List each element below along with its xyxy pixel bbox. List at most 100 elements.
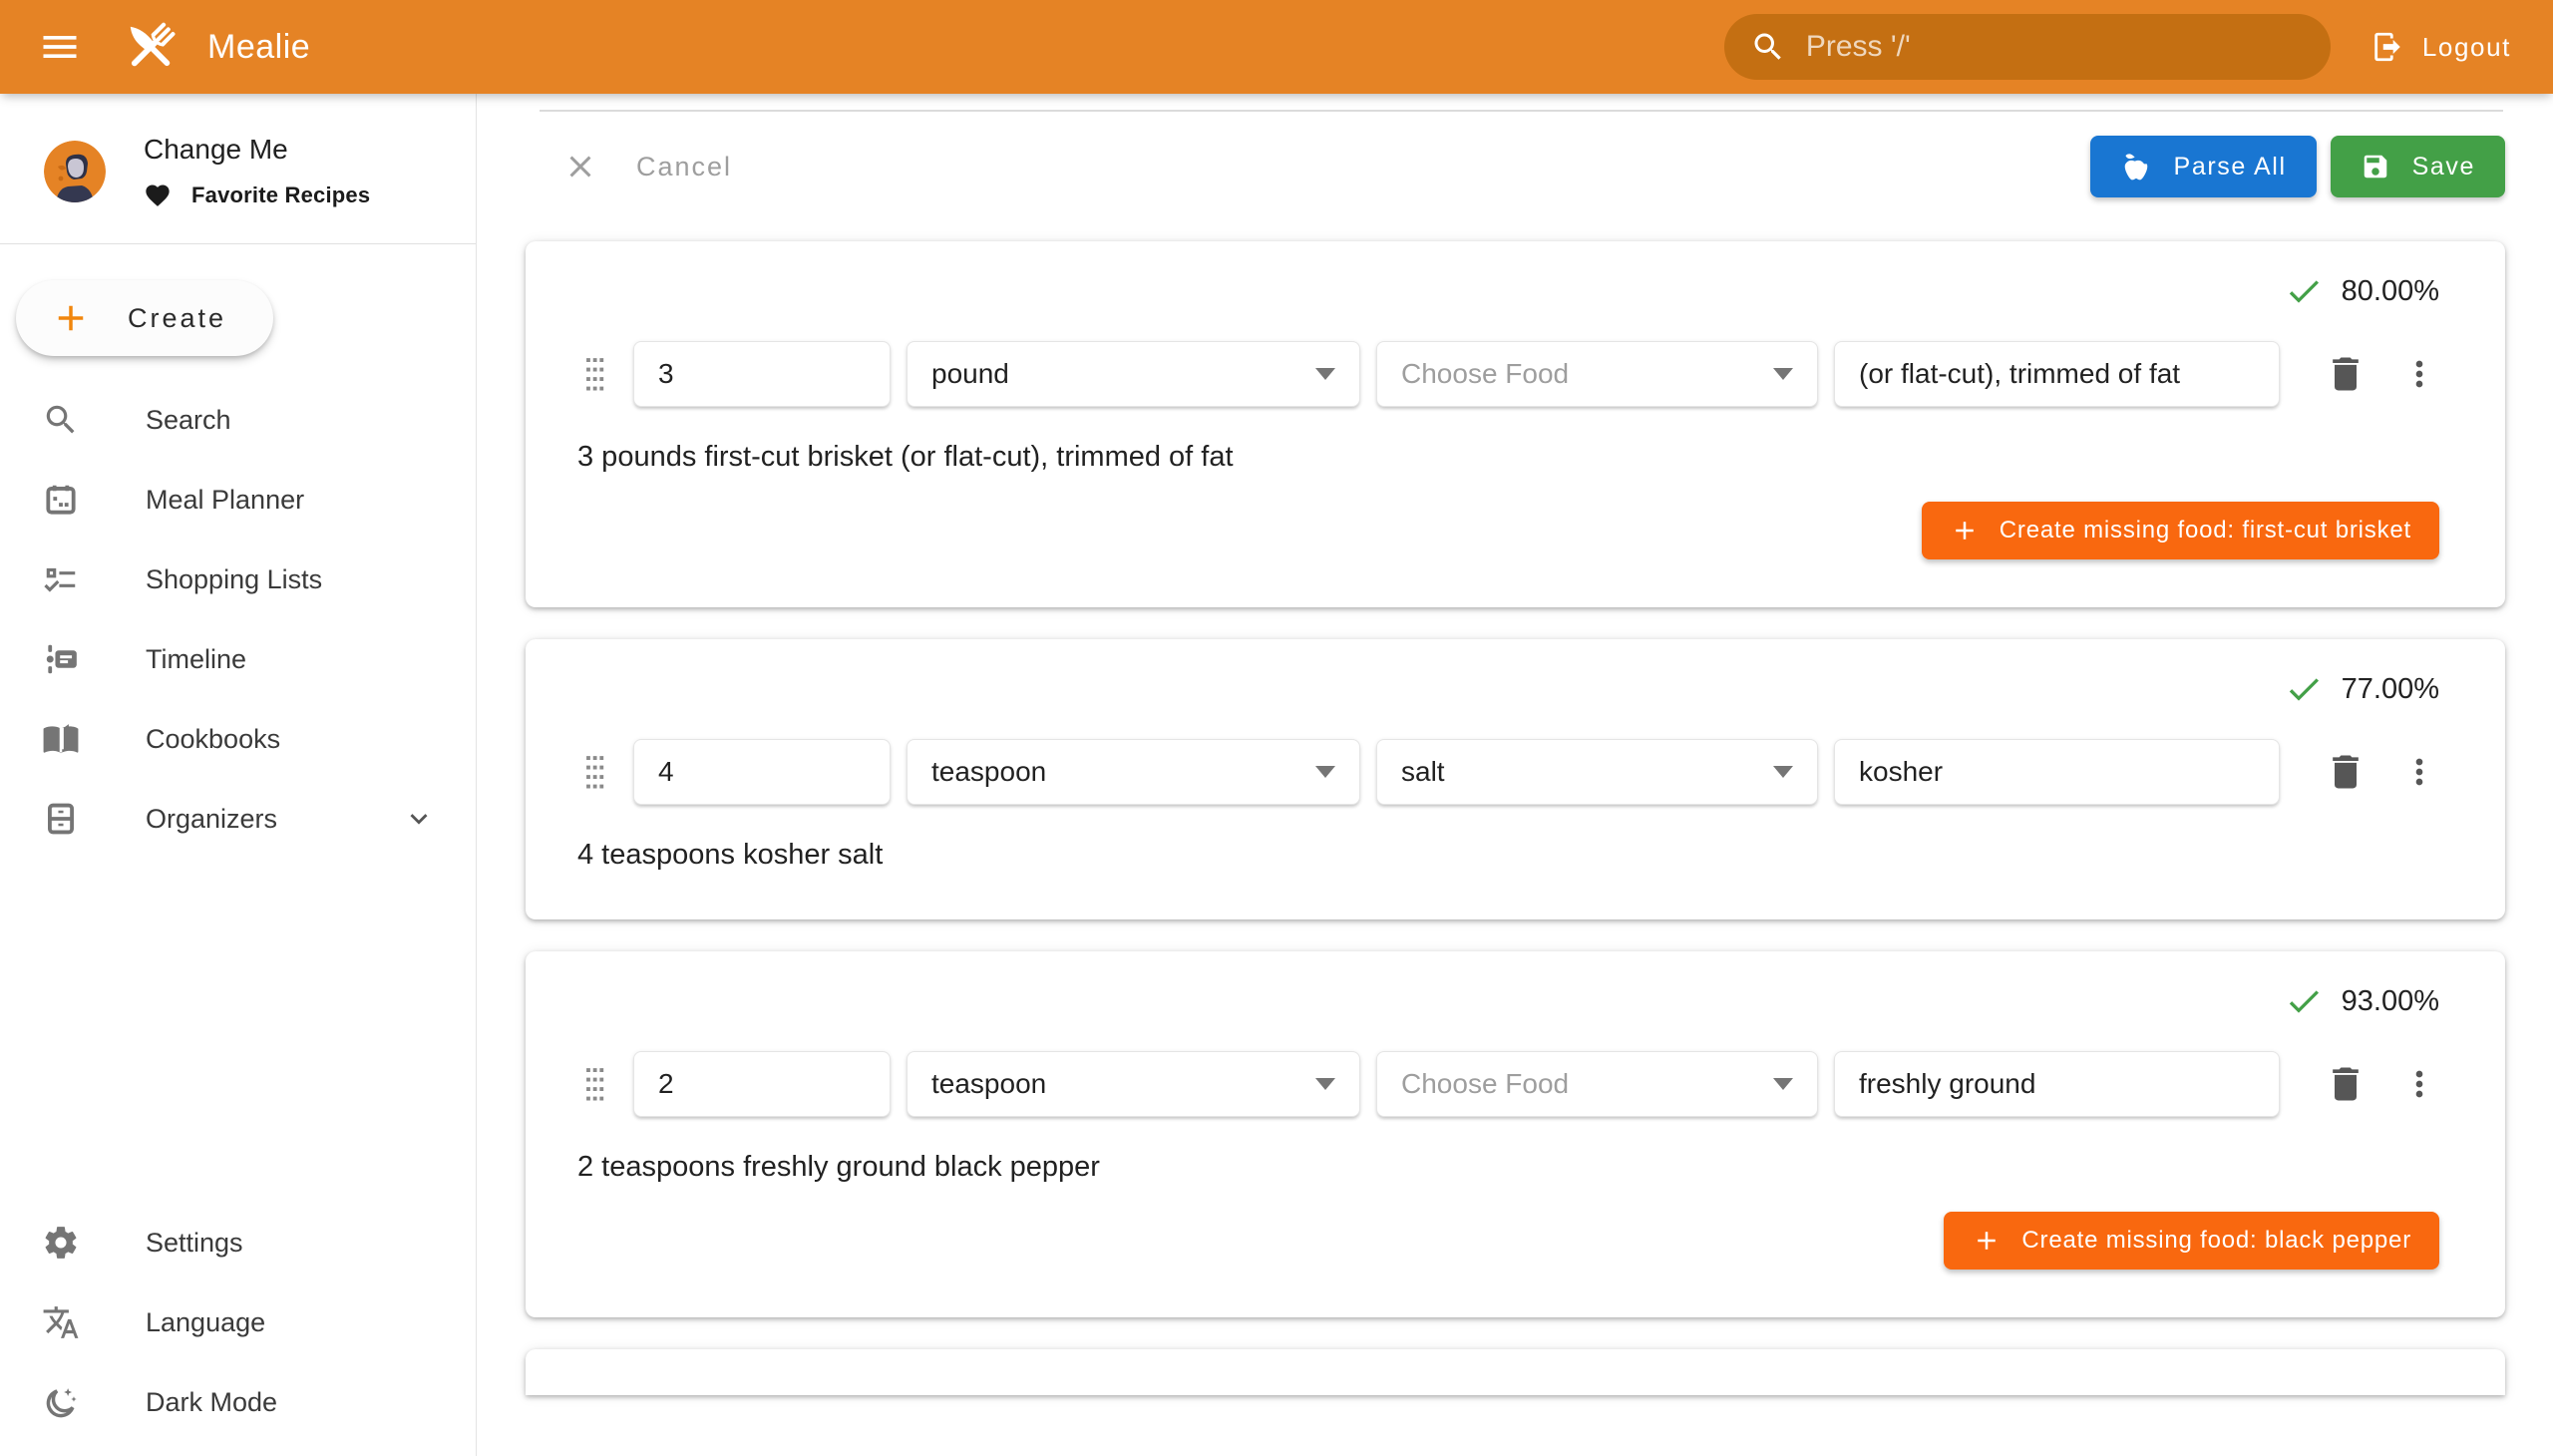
ingredient-card-partial <box>526 1349 2505 1395</box>
save-button[interactable]: Save <box>2331 136 2505 197</box>
sidebar-item-meal-planner[interactable]: Meal Planner <box>0 460 476 540</box>
main-content: Cancel Parse All Save 80.00% <box>477 0 2553 1456</box>
user-profile: Change Me Favorite Recipes <box>0 94 476 215</box>
logout-button[interactable]: Logout <box>2365 29 2517 65</box>
food-select[interactable]: Choose Food <box>1376 1051 1818 1117</box>
sidebar-item-language[interactable]: Language <box>0 1282 476 1362</box>
sidebar-item-dark-mode[interactable]: Dark Mode <box>0 1362 476 1442</box>
ingredient-card: 77.00% 4 teaspoon salt <box>526 639 2505 919</box>
hamburger-icon <box>38 25 82 69</box>
magnify-icon <box>42 401 80 439</box>
quantity-input[interactable]: 2 <box>633 1051 891 1117</box>
quantity-input[interactable]: 4 <box>633 739 891 805</box>
food-select[interactable]: Choose Food <box>1376 341 1818 407</box>
ingredient-fields-row: 2 teaspoon Choose Food freshly ground <box>575 1051 2439 1117</box>
sidebar: Change Me Favorite Recipes Create Search <box>0 94 477 1456</box>
sidebar-item-cookbooks[interactable]: Cookbooks <box>0 699 476 779</box>
dropdown-caret-icon <box>1773 368 1793 380</box>
search-icon <box>1750 29 1786 65</box>
parse-all-button[interactable]: Parse All <box>2090 136 2317 197</box>
confidence-indicator: 80.00% <box>575 271 2439 311</box>
original-ingredient-text: 2 teaspoons freshly ground black pepper <box>577 1151 2439 1184</box>
sidebar-item-organizers[interactable]: Organizers <box>0 779 476 859</box>
plus-icon <box>1972 1226 2002 1256</box>
create-button[interactable]: Create <box>16 280 273 356</box>
dropdown-caret-icon <box>1773 766 1793 778</box>
calendar-icon <box>42 481 80 519</box>
gear-icon <box>42 1224 80 1262</box>
sidebar-footer: Settings Language Dark Mode <box>0 1203 476 1456</box>
trash-icon <box>2324 352 2368 396</box>
note-input[interactable]: kosher <box>1834 739 2280 805</box>
timeline-icon <box>42 640 80 678</box>
ingredient-card: 80.00% 3 pound Choose Food <box>526 241 2505 607</box>
delete-ingredient-button[interactable] <box>2324 750 2368 794</box>
sidebar-item-shopping-lists[interactable]: Shopping Lists <box>0 540 476 619</box>
kebab-menu-icon <box>2399 354 2439 394</box>
quantity-input[interactable]: 3 <box>633 341 891 407</box>
create-missing-food-button[interactable]: Create missing food: first-cut brisket <box>1922 502 2439 559</box>
open-book-icon <box>42 720 80 758</box>
plus-icon <box>50 297 92 339</box>
close-icon <box>562 149 598 184</box>
dropdown-caret-icon <box>1315 766 1335 778</box>
kebab-menu-icon <box>2399 752 2439 792</box>
sidebar-item-settings[interactable]: Settings <box>0 1203 476 1282</box>
kebab-menu-icon <box>2399 1064 2439 1104</box>
moon-stars-icon <box>42 1383 80 1421</box>
food-select[interactable]: salt <box>1376 739 1818 805</box>
missing-food-row: Create missing food: black pepper <box>575 1212 2439 1270</box>
avatar[interactable] <box>44 141 106 202</box>
unit-select[interactable]: teaspoon <box>907 1051 1360 1117</box>
confidence-percent: 93.00% <box>2342 985 2439 1018</box>
dropdown-caret-icon <box>1315 368 1335 380</box>
more-options-button[interactable] <box>2399 1064 2439 1104</box>
dropdown-caret-icon <box>1315 1078 1335 1090</box>
favorite-recipes-link[interactable]: Favorite Recipes <box>144 182 370 209</box>
next-card-container <box>526 1349 2505 1395</box>
confidence-percent: 77.00% <box>2342 673 2439 706</box>
confidence-indicator: 77.00% <box>575 669 2439 709</box>
global-search-input[interactable]: Press '/' <box>1724 14 2331 80</box>
profile-text: Change Me Favorite Recipes <box>144 134 370 209</box>
check-icon <box>2284 271 2324 311</box>
logout-icon <box>2371 30 2404 64</box>
sidebar-item-search[interactable]: Search <box>0 380 476 460</box>
delete-ingredient-button[interactable] <box>2324 352 2368 396</box>
sidebar-item-timeline[interactable]: Timeline <box>0 619 476 699</box>
drag-handle-icon[interactable] <box>575 748 613 796</box>
dropdown-caret-icon <box>1773 1078 1793 1090</box>
chevron-down-icon[interactable] <box>402 802 436 836</box>
checklist-icon <box>42 560 80 598</box>
original-ingredient-text: 4 teaspoons kosher salt <box>577 839 2439 872</box>
search-placeholder: Press '/' <box>1806 30 1911 64</box>
menu-button[interactable] <box>24 11 96 83</box>
more-options-button[interactable] <box>2399 752 2439 792</box>
confidence-percent: 80.00% <box>2342 275 2439 308</box>
unit-select[interactable]: pound <box>907 341 1360 407</box>
app-bar: Mealie Press '/' Logout <box>0 0 2553 94</box>
ingredient-card: 93.00% 2 teaspoon Choose Food <box>526 951 2505 1317</box>
note-input[interactable]: (or flat-cut), trimmed of fat <box>1834 341 2280 407</box>
delete-ingredient-button[interactable] <box>2324 1062 2368 1106</box>
drag-handle-icon[interactable] <box>575 1060 613 1108</box>
trash-icon <box>2324 1062 2368 1106</box>
trash-icon <box>2324 750 2368 794</box>
unit-select[interactable]: teaspoon <box>907 739 1360 805</box>
ingredient-fields-row: 4 teaspoon salt kosher <box>575 739 2439 805</box>
translate-icon <box>42 1303 80 1341</box>
plus-icon <box>1950 516 1980 546</box>
original-ingredient-text: 3 pounds first-cut brisket (or flat-cut)… <box>577 441 2439 474</box>
apple-icon <box>2120 151 2152 182</box>
parser-toolbar: Cancel Parse All Save <box>556 136 2505 197</box>
confidence-indicator: 93.00% <box>575 981 2439 1021</box>
ingredient-list: 80.00% 3 pound Choose Food <box>526 241 2505 1317</box>
cancel-button[interactable]: Cancel <box>556 148 738 185</box>
note-input[interactable]: freshly ground <box>1834 1051 2280 1117</box>
drag-handle-icon[interactable] <box>575 350 613 398</box>
check-icon <box>2284 981 2324 1021</box>
user-name: Change Me <box>144 134 370 166</box>
content-top-divider <box>540 110 2503 112</box>
more-options-button[interactable] <box>2399 354 2439 394</box>
create-missing-food-button[interactable]: Create missing food: black pepper <box>1944 1212 2439 1270</box>
